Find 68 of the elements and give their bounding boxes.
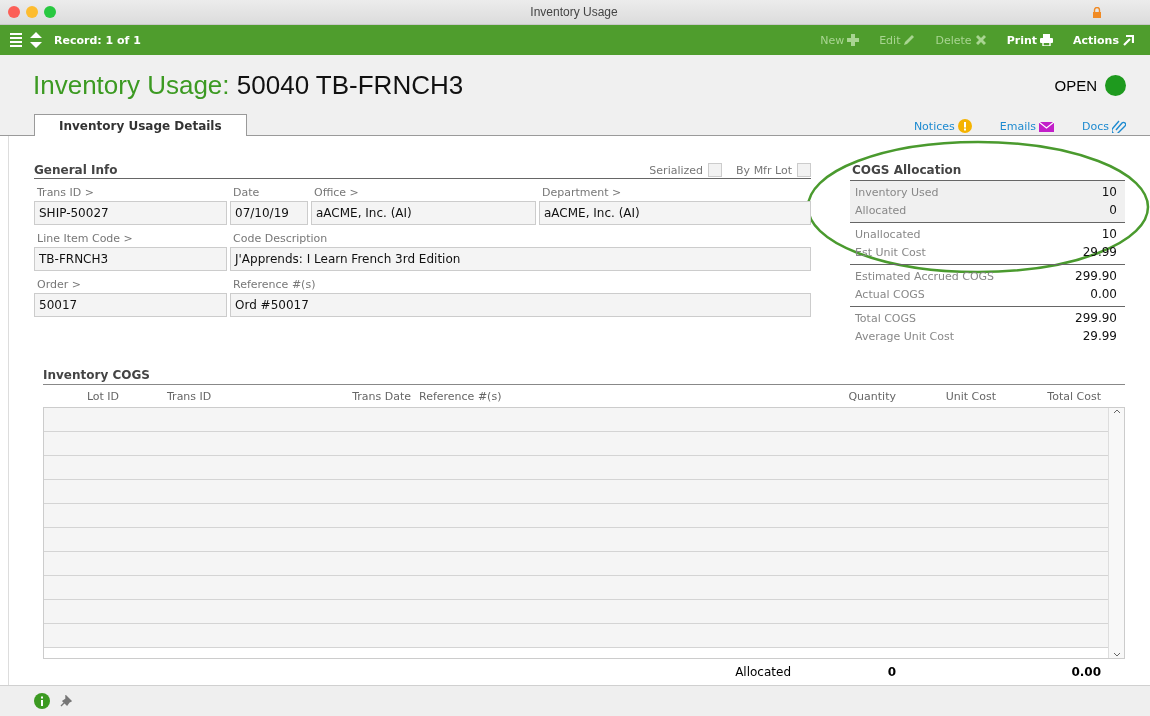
summary-label: Unallocated: [855, 227, 921, 241]
status-dot: [1105, 74, 1126, 96]
input-field[interactable]: aACME, Inc. (AI): [539, 201, 811, 225]
summary-label: Estimated Accrued COGS: [855, 269, 995, 283]
summary-label: Total COGS: [855, 311, 917, 325]
summary-label: Actual COGS: [855, 287, 925, 301]
column-header: Trans Date: [351, 389, 412, 403]
column-header: Quantity: [847, 389, 897, 403]
column-header: Total Cost: [1046, 389, 1102, 403]
field-label: Office >: [313, 185, 360, 201]
window-title: Inventory Usage: [529, 5, 619, 19]
warning-icon: [957, 119, 972, 133]
summary-label: Inventory Used: [855, 185, 939, 199]
total-cost: 0.00: [1070, 665, 1102, 679]
pencil-icon: [903, 34, 916, 46]
input-field[interactable]: 50017: [34, 293, 227, 317]
record-counter: Record: 1 of 1: [54, 33, 141, 47]
summary-label: Allocated: [855, 203, 907, 217]
field-label: Code Description: [232, 231, 329, 247]
scroll-up-icon: [1112, 408, 1121, 415]
field-label: Reference #(s): [232, 277, 317, 293]
checkbox[interactable]: [708, 163, 723, 177]
envelope-icon: [1039, 120, 1054, 133]
summary-value: 10: [1101, 227, 1117, 241]
record-title: Inventory Usage: 50040 TB-FRNCH3: [33, 69, 465, 101]
summary-value: 299.90: [1075, 269, 1117, 283]
status-label: OPEN: [1054, 76, 1097, 94]
field-label: Trans ID >: [36, 185, 95, 201]
pin-icon: [60, 695, 72, 707]
input-field[interactable]: Ord #50017: [230, 293, 811, 317]
input-field[interactable]: J'Apprends: I Learn French 3rd Edition: [230, 247, 811, 271]
column-header: Trans ID: [166, 389, 213, 403]
field-label: Order >: [36, 277, 82, 293]
checkbox-label: Serialized: [649, 163, 704, 177]
field-label: Department >: [541, 185, 623, 201]
checkbox[interactable]: [797, 163, 811, 177]
input-field[interactable]: 07/10/19: [230, 201, 308, 225]
total-quantity: 0: [886, 665, 897, 679]
column-header: Unit Cost: [944, 389, 997, 403]
section-title: General Info: [34, 163, 119, 177]
lock-icon: [1092, 6, 1102, 18]
input-field[interactable]: SHIP-50027: [34, 201, 227, 225]
menu-icon: [10, 33, 22, 47]
column-header: Lot ID: [85, 389, 121, 403]
field-label: Date: [232, 185, 261, 201]
input-field[interactable]: aACME, Inc. (AI): [311, 201, 536, 225]
column-header: Reference #(s): [418, 389, 503, 403]
field-label: Line Item Code >: [36, 231, 134, 247]
summary-value: 10: [1101, 185, 1117, 199]
plus-icon: [847, 34, 860, 46]
summary-value: 0: [1109, 203, 1117, 217]
section-title: Inventory COGS: [43, 368, 1125, 385]
paperclip-icon: [1112, 119, 1126, 133]
checkbox-label: By Mfr Lot: [736, 163, 792, 177]
input-field[interactable]: TB-FRNCH3: [34, 247, 227, 271]
summary-value: 29.99: [1082, 329, 1117, 343]
up-down-arrows-icon: [30, 32, 42, 48]
window-controls-icon: [8, 6, 56, 18]
summary-value: 299.90: [1075, 311, 1117, 325]
totals-label: Allocated: [734, 665, 792, 679]
info-icon: [34, 693, 50, 709]
summary-value: 0.00: [1090, 287, 1117, 301]
summary-label: Average Unit Cost: [855, 329, 954, 343]
tab[interactable]: Inventory Usage Details: [34, 114, 247, 136]
arrow-icon: [1122, 34, 1134, 46]
scroll-down-icon: [1112, 651, 1121, 658]
cross-icon: [974, 34, 987, 46]
printer-icon: [1040, 34, 1053, 46]
